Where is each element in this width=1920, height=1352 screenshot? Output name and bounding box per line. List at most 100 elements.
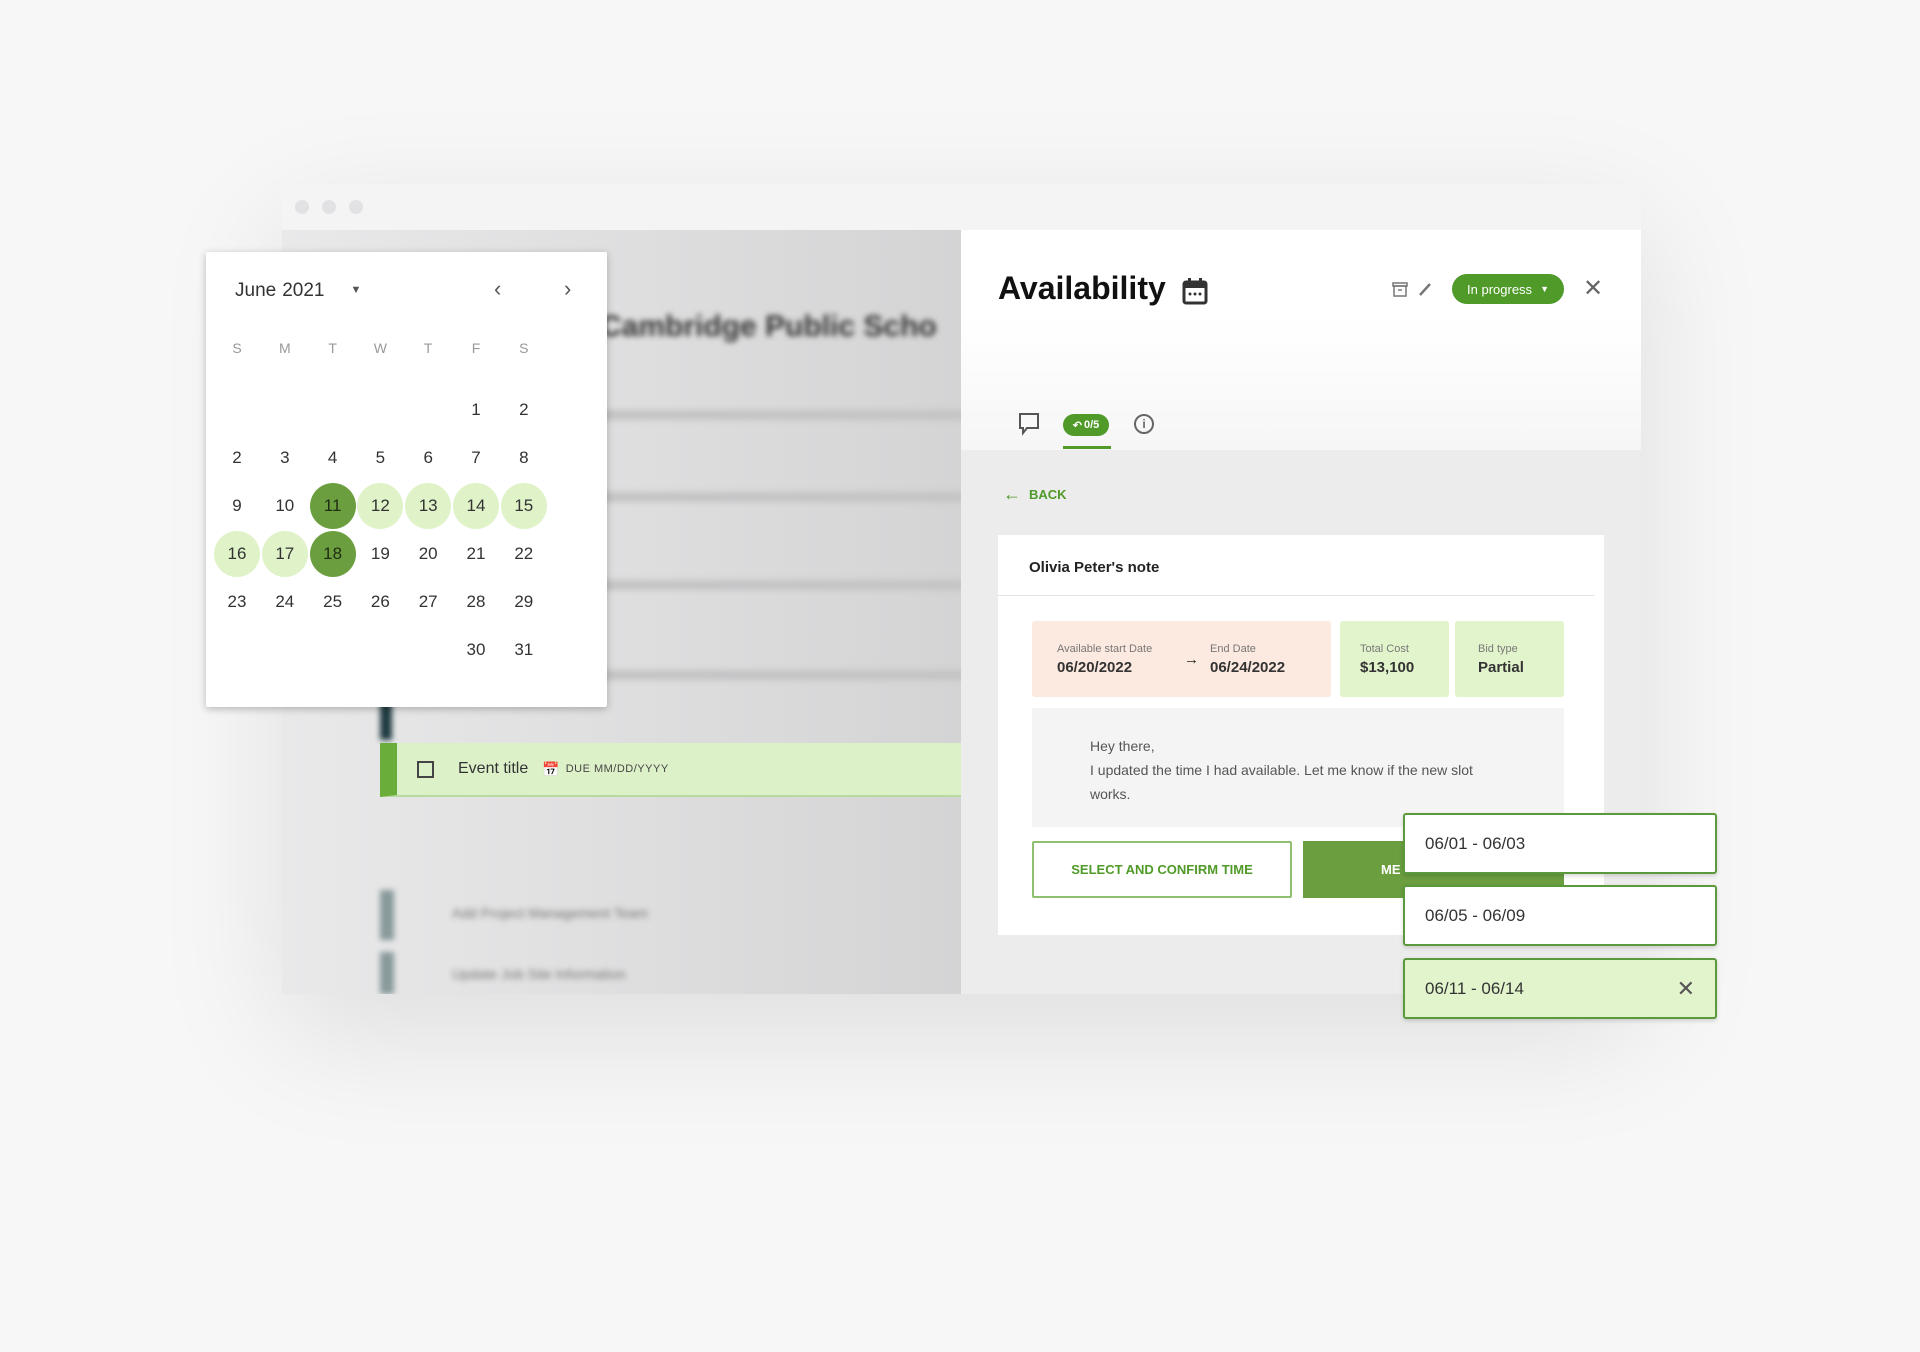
- tab-badge: 0/5: [1083, 419, 1100, 431]
- calendar-day[interactable]: 26: [357, 579, 403, 625]
- next-month-chevron-icon[interactable]: ›: [564, 276, 571, 302]
- select-confirm-time-button[interactable]: SELECT AND CONFIRM TIME: [1032, 841, 1292, 898]
- calendar-day[interactable]: 5: [357, 435, 403, 481]
- caret-down-icon: ▼: [1540, 284, 1549, 294]
- event-row[interactable]: Event title 📅 DUE MM/DD/YYYY: [380, 743, 961, 797]
- calendar-day[interactable]: 8: [501, 435, 547, 481]
- calendar-day-in-range[interactable]: 15: [500, 483, 547, 529]
- back-label: BACK: [1029, 487, 1067, 502]
- status-dropdown[interactable]: In progress ▼: [1452, 274, 1564, 304]
- calendar-day[interactable]: 1: [453, 387, 499, 433]
- calendar-day[interactable]: 10: [262, 483, 308, 529]
- year-label: 2021: [282, 280, 325, 301]
- edit-icon[interactable]: [1418, 281, 1432, 297]
- cost-value: $13,100: [1360, 659, 1415, 676]
- calendar-icon: 📅: [542, 760, 560, 777]
- start-date-label: Available start Date: [1057, 643, 1153, 655]
- list-item: Add Project Management Team: [452, 905, 648, 921]
- date-range-box: Available start Date 06/20/2022 → End Dat…: [1032, 621, 1331, 697]
- calendar-day[interactable]: 2: [214, 435, 260, 481]
- calendar-day[interactable]: 21: [453, 531, 499, 577]
- status-label: In progress: [1467, 281, 1533, 297]
- calendar-day[interactable]: 27: [405, 579, 451, 625]
- window-dot[interactable]: [349, 200, 363, 214]
- window-titlebar: [282, 184, 1641, 230]
- date-range-label: 06/01 - 06/03: [1425, 833, 1526, 853]
- divider: [998, 595, 1594, 596]
- window-dot[interactable]: [322, 200, 336, 214]
- blurred-marker: [380, 952, 394, 994]
- archive-icon[interactable]: [1392, 281, 1408, 297]
- event-title: Event title: [458, 760, 529, 777]
- date-range-option[interactable]: 06/05 - 06/09: [1403, 885, 1717, 946]
- calendar-day-selected[interactable]: 18: [309, 531, 356, 577]
- calendar-day-in-range[interactable]: 12: [357, 483, 404, 529]
- arrow-right-icon: →: [1184, 651, 1199, 668]
- tab-responses[interactable]: ↶ 0/5: [1063, 414, 1109, 436]
- calendar-day[interactable]: 19: [357, 531, 403, 577]
- calendar-day[interactable]: 23: [214, 579, 260, 625]
- calendar-day[interactable]: 24: [262, 579, 308, 625]
- calendar-day[interactable]: 4: [310, 435, 356, 481]
- panel-header: [961, 230, 1641, 450]
- active-tab-indicator: [1063, 446, 1111, 449]
- note-title: Olivia Peter's note: [1029, 559, 1160, 576]
- prev-month-chevron-icon[interactable]: ‹: [494, 276, 501, 302]
- calendar-day[interactable]: 28: [453, 579, 499, 625]
- month-label: June: [235, 280, 277, 301]
- end-date-label: End Date: [1210, 643, 1256, 655]
- calendar-day-in-range[interactable]: 13: [405, 483, 452, 529]
- blurred-marker: [380, 890, 394, 940]
- weekday-label: W: [373, 340, 387, 356]
- bid-label: Bid type: [1478, 643, 1518, 655]
- calendar-day[interactable]: 31: [501, 627, 547, 673]
- bid-value: Partial: [1478, 659, 1524, 676]
- weekday-label: S: [232, 340, 242, 356]
- date-range-option-selected[interactable]: 06/11 - 06/14 ✕: [1403, 958, 1717, 1019]
- arrow-left-icon: ←: [1003, 484, 1021, 504]
- weekday-label: M: [278, 340, 291, 356]
- calendar-icon: [1182, 278, 1208, 305]
- calendar-day[interactable]: 2: [501, 387, 547, 433]
- close-icon[interactable]: ✕: [1583, 274, 1603, 303]
- checkbox[interactable]: [417, 760, 434, 778]
- end-date-value: 06/24/2022: [1210, 659, 1286, 676]
- calendar-day-in-range[interactable]: 17: [261, 531, 308, 577]
- calendar-day[interactable]: 3: [262, 435, 308, 481]
- weekday-label: F: [471, 340, 481, 356]
- calendar-day[interactable]: 9: [214, 483, 260, 529]
- calendar-day[interactable]: 22: [501, 531, 547, 577]
- panel-title: Availability: [998, 270, 1166, 306]
- date-range-option[interactable]: 06/01 - 06/03: [1403, 813, 1717, 874]
- info-icon[interactable]: i: [1134, 414, 1154, 434]
- calendar-day-in-range[interactable]: 16: [214, 531, 260, 577]
- message-greeting: Hey there,: [1090, 738, 1155, 754]
- back-link[interactable]: ← BACK: [1003, 484, 1067, 505]
- calendar-day[interactable]: 7: [453, 435, 499, 481]
- weekday-label: T: [328, 340, 337, 356]
- message-box: Hey there, I updated the time I had avai…: [1032, 708, 1564, 827]
- calendar-day[interactable]: 20: [405, 531, 451, 577]
- month-year-selector[interactable]: June 2021 ▼: [235, 280, 361, 302]
- date-picker: June 2021 ▼ ‹ › S M T W T F S 1 2 2 3 4 5 6 7 8 9 10 11 12 13 1…: [206, 252, 607, 707]
- calendar-day-in-range[interactable]: 14: [453, 483, 499, 529]
- start-date-value: 06/20/2022: [1057, 659, 1133, 676]
- reply-icon: ↶: [1072, 419, 1082, 432]
- calendar-day-selected[interactable]: 11: [309, 483, 356, 529]
- calendar-day[interactable]: 30: [453, 627, 499, 673]
- calendar-day[interactable]: 25: [310, 579, 356, 625]
- due-date: DUE MM/DD/YYYY: [565, 763, 669, 775]
- comment-icon[interactable]: [1018, 412, 1040, 436]
- date-range-label: 06/11 - 06/14: [1425, 978, 1524, 998]
- date-range-label: 06/05 - 06/09: [1425, 905, 1526, 925]
- close-icon[interactable]: ✕: [1677, 976, 1695, 1002]
- window-dot[interactable]: [295, 200, 309, 214]
- total-cost-box: Total Cost $13,100: [1340, 621, 1449, 697]
- caret-down-icon: ▼: [350, 284, 362, 296]
- cost-label: Total Cost: [1360, 643, 1409, 655]
- calendar-day[interactable]: 6: [405, 435, 451, 481]
- list-item: Update Job Site Information: [452, 966, 626, 982]
- calendar-day[interactable]: 29: [501, 579, 547, 625]
- bid-type-box: Bid type Partial: [1455, 621, 1564, 697]
- weekday-label: S: [519, 340, 529, 356]
